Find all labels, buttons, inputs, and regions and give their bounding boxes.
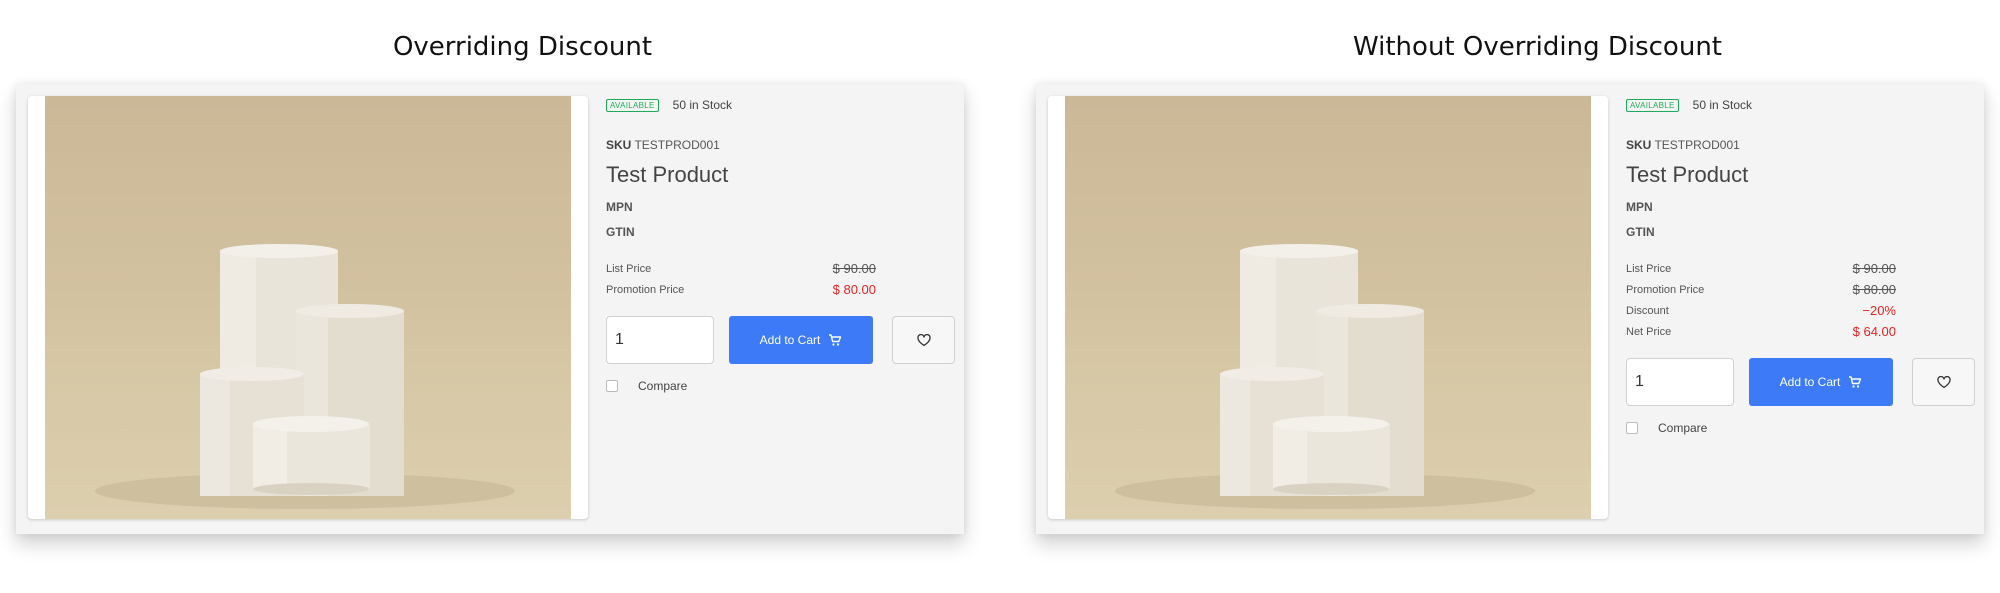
add-to-cart-button[interactable]: Add to Cart (729, 316, 873, 364)
quantity-input[interactable]: 1 (1626, 358, 1734, 406)
wishlist-button[interactable] (892, 316, 955, 364)
product-screenshot-overriding: AVAILABLE 50 in Stock SKU TESTPROD001 Te… (16, 84, 964, 534)
price-value: $ 80.00 (832, 282, 876, 297)
price-label: Promotion Price (606, 284, 685, 296)
sku-label: SKU (606, 138, 632, 152)
add-to-cart-label: Add to Cart (1779, 375, 1841, 389)
sku: SKU TESTPROD001 (1626, 138, 1740, 152)
price-value: −20% (1862, 303, 1896, 318)
price-label: Net Price (1626, 326, 1672, 338)
product-info: AVAILABLE 50 in Stock SKU TESTPROD001 Te… (606, 84, 956, 534)
compare-row: Compare (606, 378, 687, 394)
price-row-net: Net Price $ 64.00 (1626, 324, 1896, 340)
compare-label: Compare (638, 379, 688, 393)
sku: SKU TESTPROD001 (606, 138, 720, 152)
price-value: $ 64.00 (1852, 324, 1896, 339)
price-label: List Price (606, 263, 652, 275)
product-info: AVAILABLE 50 in Stock SKU TESTPROD001 Te… (1626, 84, 1976, 534)
price-row-discount: Discount −20% (1626, 303, 1896, 319)
mpn-label: MPN (606, 200, 633, 214)
price-row-promotion: Promotion Price $ 80.00 (606, 282, 876, 298)
product-name: Test Product (606, 162, 729, 187)
heart-icon (1936, 375, 1951, 388)
compare-label: Compare (1658, 421, 1708, 435)
price-value: $ 90.00 (832, 261, 876, 276)
gtin-label: GTIN (606, 225, 635, 239)
sku-value: TESTPROD001 (1654, 138, 1740, 152)
price-label: Discount (1626, 305, 1669, 317)
price-label: List Price (1626, 263, 1672, 275)
price-row-list: List Price $ 90.00 (1626, 261, 1896, 277)
price-value: $ 80.00 (1852, 282, 1896, 297)
panel-title-overriding-discount: Overriding Discount (392, 32, 653, 62)
product-photo (45, 96, 571, 519)
stock-count: 50 in Stock (1692, 98, 1753, 112)
price-row-list: List Price $ 90.00 (606, 261, 876, 277)
sku-label: SKU (1626, 138, 1652, 152)
product-photo (1065, 96, 1591, 519)
availability-badge: AVAILABLE (606, 98, 659, 112)
product-screenshot-without-overriding: AVAILABLE 50 in Stock SKU TESTPROD001 Te… (1036, 84, 1984, 534)
compare-checkbox[interactable] (606, 380, 618, 392)
price-label: Promotion Price (1626, 284, 1705, 296)
heart-icon (916, 333, 931, 346)
product-image-card (1048, 96, 1608, 519)
price-row-promotion: Promotion Price $ 80.00 (1626, 282, 1896, 298)
shopping-cart-icon (829, 334, 842, 346)
mpn-label: MPN (1626, 200, 1653, 214)
quantity-input[interactable]: 1 (606, 316, 714, 364)
product-image-card (28, 96, 588, 519)
shopping-cart-icon (1849, 376, 1862, 388)
compare-checkbox[interactable] (1626, 422, 1638, 434)
availability-badge: AVAILABLE (1626, 98, 1679, 112)
product-name: Test Product (1626, 162, 1749, 187)
stock-count: 50 in Stock (672, 98, 733, 112)
sku-value: TESTPROD001 (634, 138, 720, 152)
panel-title-without-overriding-discount: Without Overriding Discount (1353, 32, 1722, 62)
add-to-cart-label: Add to Cart (759, 333, 821, 347)
gtin-label: GTIN (1626, 225, 1655, 239)
compare-row: Compare (1626, 420, 1707, 436)
wishlist-button[interactable] (1912, 358, 1975, 406)
price-value: $ 90.00 (1852, 261, 1896, 276)
add-to-cart-button[interactable]: Add to Cart (1749, 358, 1893, 406)
